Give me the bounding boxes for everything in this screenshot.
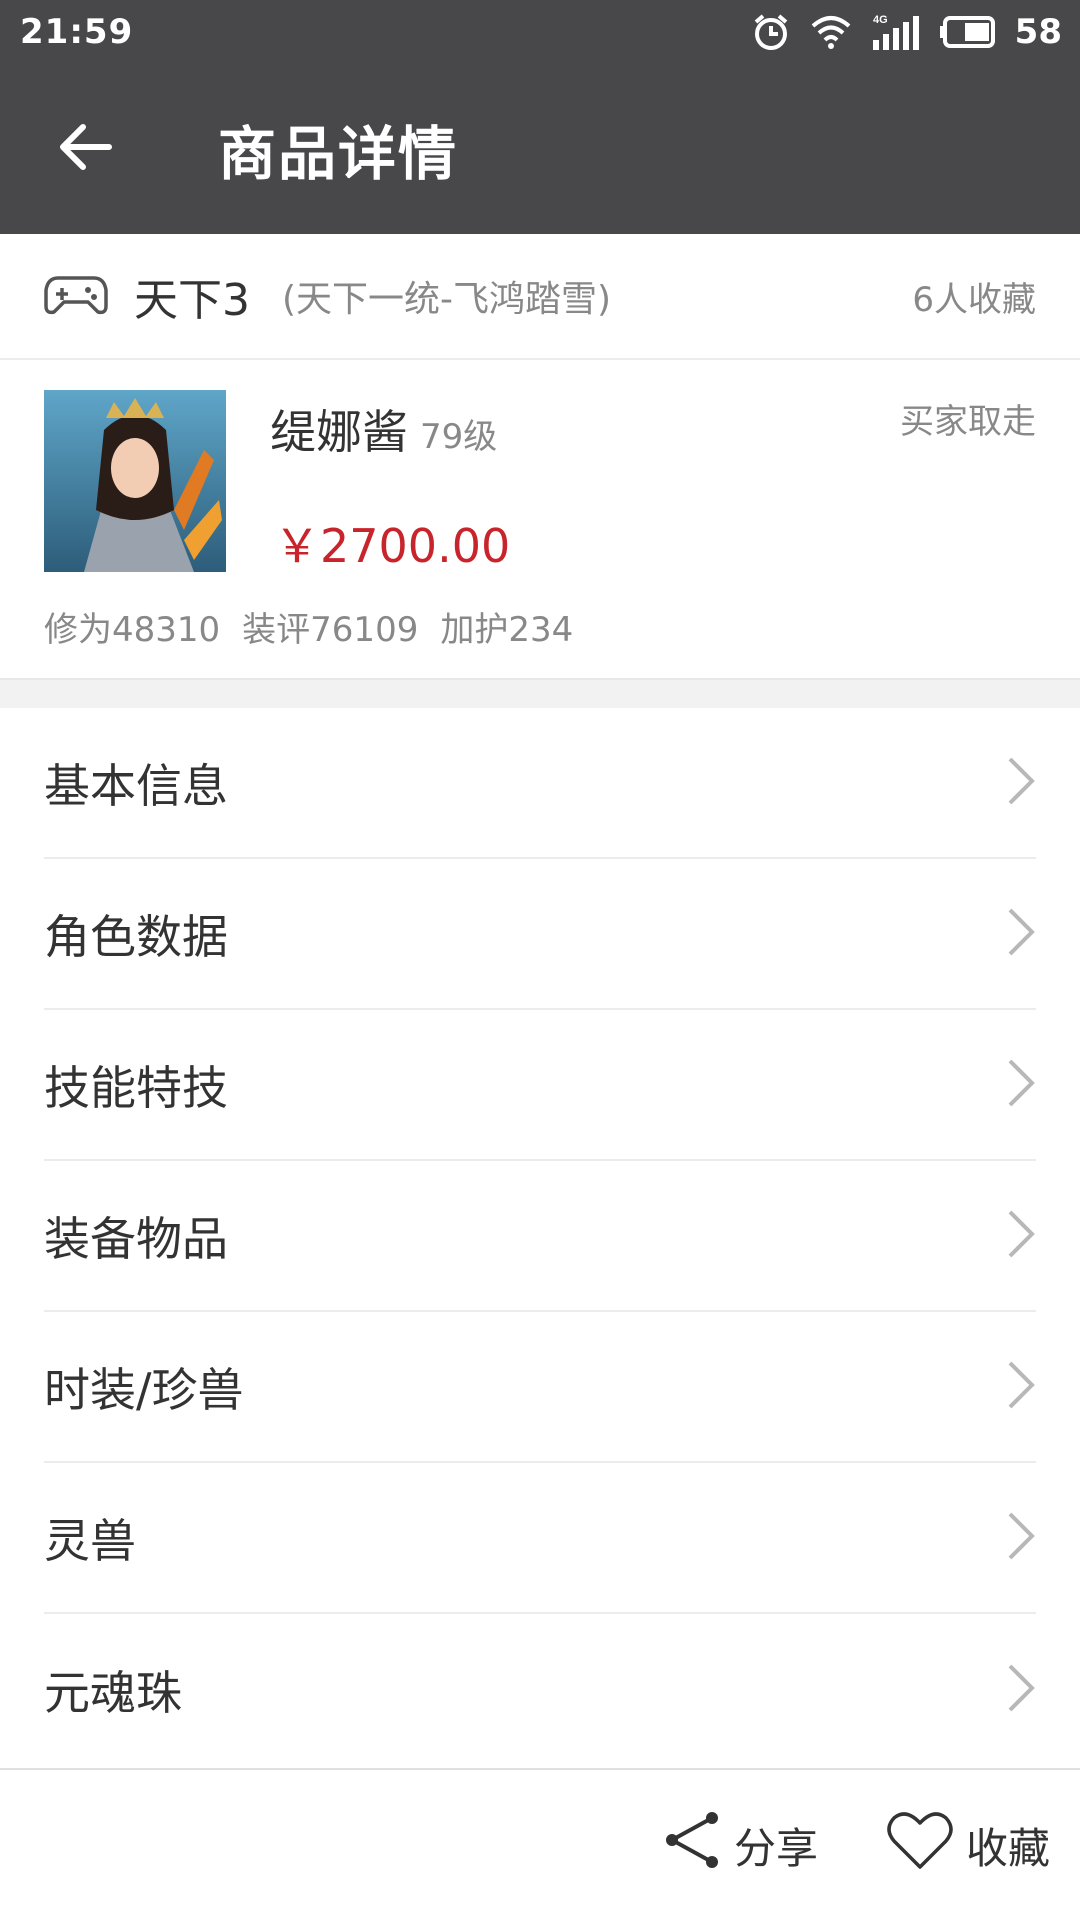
chevron-right-icon bbox=[1006, 1662, 1036, 1718]
product-card: 缇娜酱 79级 买家取走 ￥2700.00 修为48310 装评76109 加护2… bbox=[0, 360, 1080, 678]
chevron-right-icon bbox=[1006, 1510, 1036, 1566]
favorite-count: 6人收藏 bbox=[912, 279, 1036, 320]
gamepad-icon bbox=[44, 272, 108, 320]
chevron-right-icon bbox=[1006, 1057, 1036, 1113]
menu-item-label: 技能特技 bbox=[44, 1060, 228, 1115]
menu-item-soul-orb[interactable]: 元魂珠 bbox=[44, 1614, 1036, 1765]
share-button[interactable]: 分享 bbox=[650, 1810, 818, 1880]
stat-protection: 加护234 bbox=[440, 610, 574, 650]
battery-level: 58 bbox=[1014, 12, 1062, 52]
detail-menu: 基本信息 角色数据 技能特技 装备物品 时装/珍兽 灵兽 元魂珠 bbox=[0, 708, 1080, 1765]
chevron-right-icon bbox=[1006, 906, 1036, 962]
status-time: 21:59 bbox=[20, 12, 134, 52]
game-header: 天下3 (天下一统-飞鸿踏雪) 6人收藏 bbox=[0, 234, 1080, 360]
character-title: 缇娜酱 79级 bbox=[270, 396, 497, 462]
share-icon bbox=[662, 1810, 722, 1880]
chevron-right-icon bbox=[1006, 1208, 1036, 1264]
svg-text:4G: 4G bbox=[873, 14, 888, 26]
chevron-right-icon bbox=[1006, 1359, 1036, 1415]
menu-item-label: 灵兽 bbox=[44, 1513, 136, 1568]
status-icons: 4G 58 bbox=[751, 12, 1062, 52]
section-divider bbox=[0, 678, 1080, 708]
menu-item-equipment[interactable]: 装备物品 bbox=[44, 1161, 1036, 1312]
character-name: 缇娜酱 bbox=[270, 405, 408, 459]
game-name: 天下3 bbox=[134, 275, 250, 326]
menu-item-basic-info[interactable]: 基本信息 bbox=[44, 708, 1036, 859]
battery-icon bbox=[939, 15, 997, 49]
back-arrow-icon bbox=[57, 121, 113, 177]
back-button[interactable] bbox=[0, 64, 170, 234]
favorite-label: 收藏 bbox=[965, 1823, 1050, 1873]
signal-4g-icon: 4G bbox=[871, 12, 921, 52]
character-level: 79级 bbox=[420, 417, 498, 457]
stat-cultivation: 修为48310 bbox=[44, 610, 221, 650]
menu-item-spirit-beast[interactable]: 灵兽 bbox=[44, 1463, 1036, 1614]
wifi-icon bbox=[809, 12, 853, 52]
game-server: (天下一统-飞鸿踏雪) bbox=[282, 279, 612, 320]
page-title: 商品详情 bbox=[218, 120, 459, 188]
menu-item-character-data[interactable]: 角色数据 bbox=[44, 859, 1036, 1010]
chevron-right-icon bbox=[1006, 755, 1036, 811]
menu-item-fashion-pets[interactable]: 时装/珍兽 bbox=[44, 1312, 1036, 1463]
bottom-action-bar: 分享 收藏 bbox=[0, 1768, 1080, 1920]
trade-status: 买家取走 bbox=[900, 402, 1036, 442]
character-thumbnail[interactable] bbox=[44, 390, 226, 572]
menu-item-label: 装备物品 bbox=[44, 1211, 228, 1266]
status-bar: 21:59 4G 58 bbox=[0, 0, 1080, 64]
menu-item-skills[interactable]: 技能特技 bbox=[44, 1010, 1036, 1161]
favorite-button[interactable]: 收藏 bbox=[874, 1809, 1050, 1881]
menu-item-label: 时装/珍兽 bbox=[44, 1362, 244, 1417]
menu-item-label: 角色数据 bbox=[44, 909, 228, 964]
menu-item-label: 基本信息 bbox=[44, 758, 228, 813]
stat-equipment-score: 装评76109 bbox=[242, 610, 419, 650]
share-label: 分享 bbox=[733, 1823, 818, 1873]
alarm-icon bbox=[751, 12, 791, 52]
app-bar: 商品详情 bbox=[0, 64, 1080, 234]
menu-item-label: 元魂珠 bbox=[44, 1665, 182, 1720]
heart-icon bbox=[886, 1809, 954, 1881]
price: ￥2700.00 bbox=[274, 519, 511, 573]
character-stats: 修为48310 装评76109 加护234 bbox=[44, 602, 573, 651]
